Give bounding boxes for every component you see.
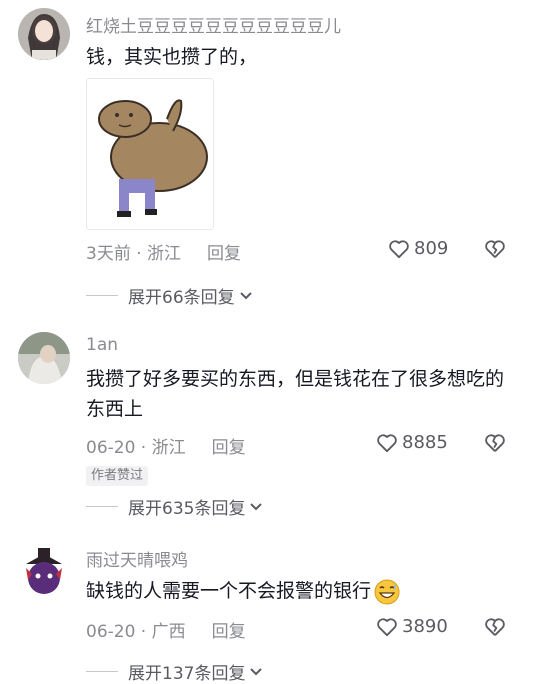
like-button[interactable]: 3890 — [376, 616, 448, 637]
reply-button[interactable]: 回复 — [212, 622, 246, 642]
heart-icon — [389, 239, 409, 258]
comment-location: 广西 — [151, 622, 186, 642]
chevron-down-icon — [250, 502, 263, 510]
heart-icon — [377, 433, 397, 452]
broken-heart-icon — [485, 240, 505, 258]
comment-meta: 06-20 · 浙江 回复 — [86, 433, 246, 458]
expand-replies-button[interactable]: 展开66条回复 — [86, 283, 253, 308]
like-count: 809 — [414, 238, 449, 259]
grin-emoji-icon — [374, 579, 400, 604]
avatar[interactable] — [18, 332, 70, 384]
username[interactable]: 1an — [86, 335, 118, 355]
comment-text: 钱，其实也攒了的， — [86, 46, 258, 68]
separator: · — [135, 622, 152, 642]
avatar[interactable] — [18, 8, 70, 60]
comment-location: 浙江 — [147, 244, 182, 264]
divider — [86, 295, 118, 296]
comment-meta: 06-20 · 广西 回复 — [86, 617, 246, 642]
dislike-button[interactable] — [484, 617, 506, 641]
username[interactable]: 红烧土豆豆豆豆豆豆豆豆豆豆豆儿 — [86, 12, 341, 37]
chevron-down-icon — [250, 667, 263, 675]
reply-button[interactable]: 回复 — [207, 244, 241, 264]
chevron-down-icon — [239, 291, 252, 299]
heart-icon — [377, 617, 397, 636]
reply-button[interactable]: 回复 — [212, 438, 246, 458]
comment-time: 06-20 — [86, 438, 136, 458]
comment-text: 我攒了好多要买的东西，但是钱花在了很多想吃的东西上 — [86, 368, 505, 420]
like-button[interactable]: 809 — [388, 238, 448, 259]
divider — [86, 671, 118, 672]
expand-replies-button[interactable]: 展开635条回复 — [86, 494, 263, 519]
capybara-sticker[interactable] — [86, 78, 214, 230]
comment-time: 06-20 — [86, 622, 136, 642]
separator: · — [135, 438, 152, 458]
comment-text-content: 缺钱的人需要一个不会报警的银行 — [86, 580, 372, 602]
like-count: 8885 — [402, 432, 448, 453]
broken-heart-icon — [485, 618, 505, 636]
comment-location: 浙江 — [151, 438, 186, 458]
dislike-button[interactable] — [484, 239, 506, 263]
comment-time: 3天前 — [86, 244, 131, 264]
author-liked-badge: 作者赞过 — [86, 466, 149, 486]
comment-meta: 3天前 · 浙江 回复 — [86, 239, 241, 264]
broken-heart-icon — [485, 434, 505, 452]
like-count: 3890 — [402, 616, 448, 637]
like-button[interactable]: 8885 — [376, 432, 448, 453]
expand-replies-label: 展开66条回复 — [128, 288, 235, 308]
expand-replies-label: 展开635条回复 — [128, 499, 246, 519]
expand-replies-label: 展开137条回复 — [128, 664, 246, 684]
separator: · — [130, 244, 148, 264]
username[interactable]: 雨过天晴喂鸡 — [86, 546, 188, 571]
avatar[interactable] — [18, 544, 70, 596]
comment-text: 缺钱的人需要一个不会报警的银行 — [86, 576, 506, 606]
expand-replies-button[interactable]: 展开137条回复 — [86, 659, 263, 684]
divider — [86, 506, 118, 507]
dislike-button[interactable] — [484, 433, 506, 457]
